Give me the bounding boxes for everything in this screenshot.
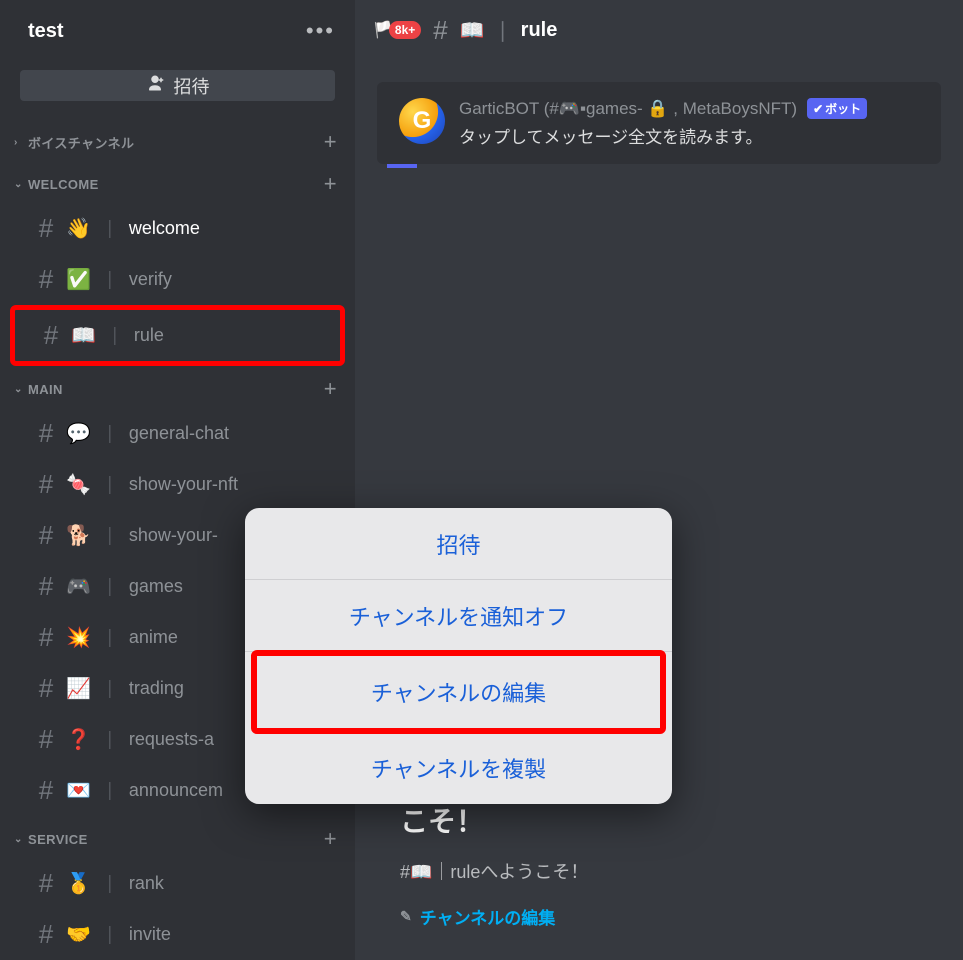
channel-label: show-your-nft (129, 474, 238, 495)
ctx-invite[interactable]: 招待 (245, 508, 672, 580)
channel-label: general-chat (129, 423, 229, 444)
channel-rank[interactable]: #🥇｜rank (0, 858, 355, 909)
category-service[interactable]: ⌄SERVICE + (0, 816, 355, 858)
welcome-title: こそ！ (400, 800, 588, 840)
channel-label: games (129, 576, 183, 597)
channel-title: 📖 ｜ rule (460, 16, 558, 45)
more-icon[interactable]: ••• (306, 18, 335, 44)
mention-badge[interactable]: 🏳️ 8k+ (373, 20, 421, 40)
channel-invite[interactable]: #🤝｜invite (0, 909, 355, 960)
pinned-reply[interactable]: G GarticBOT (#🎮▪games- 🔒 , MetaBoysNFT) … (377, 82, 941, 164)
ctx-edit-channel[interactable]: チャンネルの編集 (257, 656, 660, 728)
category-welcome[interactable]: ⌄WELCOME + (0, 161, 355, 203)
add-channel-icon[interactable]: + (324, 129, 337, 155)
hash-icon: # (36, 418, 56, 449)
edit-channel-link[interactable]: ✎ チャンネルの編集 (400, 904, 588, 929)
hash-icon: # (36, 571, 56, 602)
channel-label: rank (129, 873, 164, 894)
category-main[interactable]: ⌄MAIN + (0, 366, 355, 408)
channel-header: 🏳️ 8k+ # 📖 ｜ rule (355, 0, 963, 60)
welcome-block: こそ！ #📖｜ruleへようこそ！ ✎ チャンネルの編集 (400, 800, 588, 929)
hash-icon: # (36, 868, 56, 899)
hash-icon: # (36, 469, 56, 500)
context-menu: 招待 チャンネルを通知オフ チャンネルの編集 チャンネルを複製 (245, 508, 672, 804)
hash-icon: # (36, 264, 56, 295)
add-user-icon (146, 75, 164, 96)
channel-show-your-nft[interactable]: #🍬｜show-your-nft (0, 459, 355, 510)
chevron-right-icon: › (14, 137, 24, 148)
reply-subtitle: タップしてメッセージ全文を読みます。 (459, 123, 923, 148)
add-channel-icon[interactable]: + (324, 376, 337, 402)
hash-icon: # (36, 213, 56, 244)
category-voice[interactable]: ›ボイスチャンネル + (0, 119, 355, 161)
chevron-down-icon: ⌄ (14, 834, 24, 845)
highlight-rule-channel: # 📖 ｜ rule (10, 305, 345, 366)
pencil-icon: ✎ (400, 908, 412, 925)
channel-general-chat[interactable]: #💬｜general-chat (0, 408, 355, 459)
add-channel-icon[interactable]: + (324, 171, 337, 197)
invite-button[interactable]: 招待 (20, 70, 335, 101)
hash-icon: # (433, 15, 447, 46)
ctx-duplicate[interactable]: チャンネルを複製 (245, 732, 672, 804)
welcome-subtitle: #📖｜ruleへようこそ！ (400, 858, 588, 884)
channel-rule[interactable]: # 📖 ｜ rule (15, 310, 340, 361)
server-name: test (28, 20, 64, 43)
channel-label: anime (129, 627, 178, 648)
channel-verify[interactable]: # ✅ ｜ verify (0, 254, 355, 305)
channel-label: rule (134, 325, 164, 346)
chevron-down-icon: ⌄ (14, 179, 24, 190)
channel-label: announcem (129, 780, 223, 801)
hash-icon: # (41, 320, 61, 351)
channel-sidebar: test ••• 招待 ›ボイスチャンネル + ⌄WELCOME + # 👋 ｜… (0, 0, 355, 960)
reply-author: GarticBOT (#🎮▪games- 🔒 , MetaBoysNFT) ✔ボ… (459, 98, 923, 119)
invite-label: 招待 (174, 73, 210, 99)
add-channel-icon[interactable]: + (324, 826, 337, 852)
chevron-down-icon: ⌄ (14, 384, 24, 395)
channel-label: verify (129, 269, 172, 290)
highlight-edit-channel: チャンネルの編集 (251, 650, 666, 734)
channel-label: invite (129, 924, 171, 945)
channel-label: welcome (129, 218, 200, 239)
channel-label: show-your- (129, 525, 218, 546)
channel-label: trading (129, 678, 184, 699)
ctx-mute[interactable]: チャンネルを通知オフ (245, 580, 672, 652)
hash-icon: # (36, 673, 56, 704)
hash-icon: # (36, 775, 56, 806)
hash-icon: # (36, 520, 56, 551)
hash-icon: # (36, 622, 56, 653)
bot-badge: ✔ボット (807, 98, 867, 119)
channel-label: requests-a (129, 729, 214, 750)
hash-icon: # (36, 919, 56, 950)
unread-badge: 8k+ (389, 21, 421, 39)
hash-icon: # (36, 724, 56, 755)
bot-avatar: G (399, 98, 445, 144)
server-header: test ••• (0, 0, 355, 54)
channel-welcome[interactable]: # 👋 ｜ welcome (0, 203, 355, 254)
